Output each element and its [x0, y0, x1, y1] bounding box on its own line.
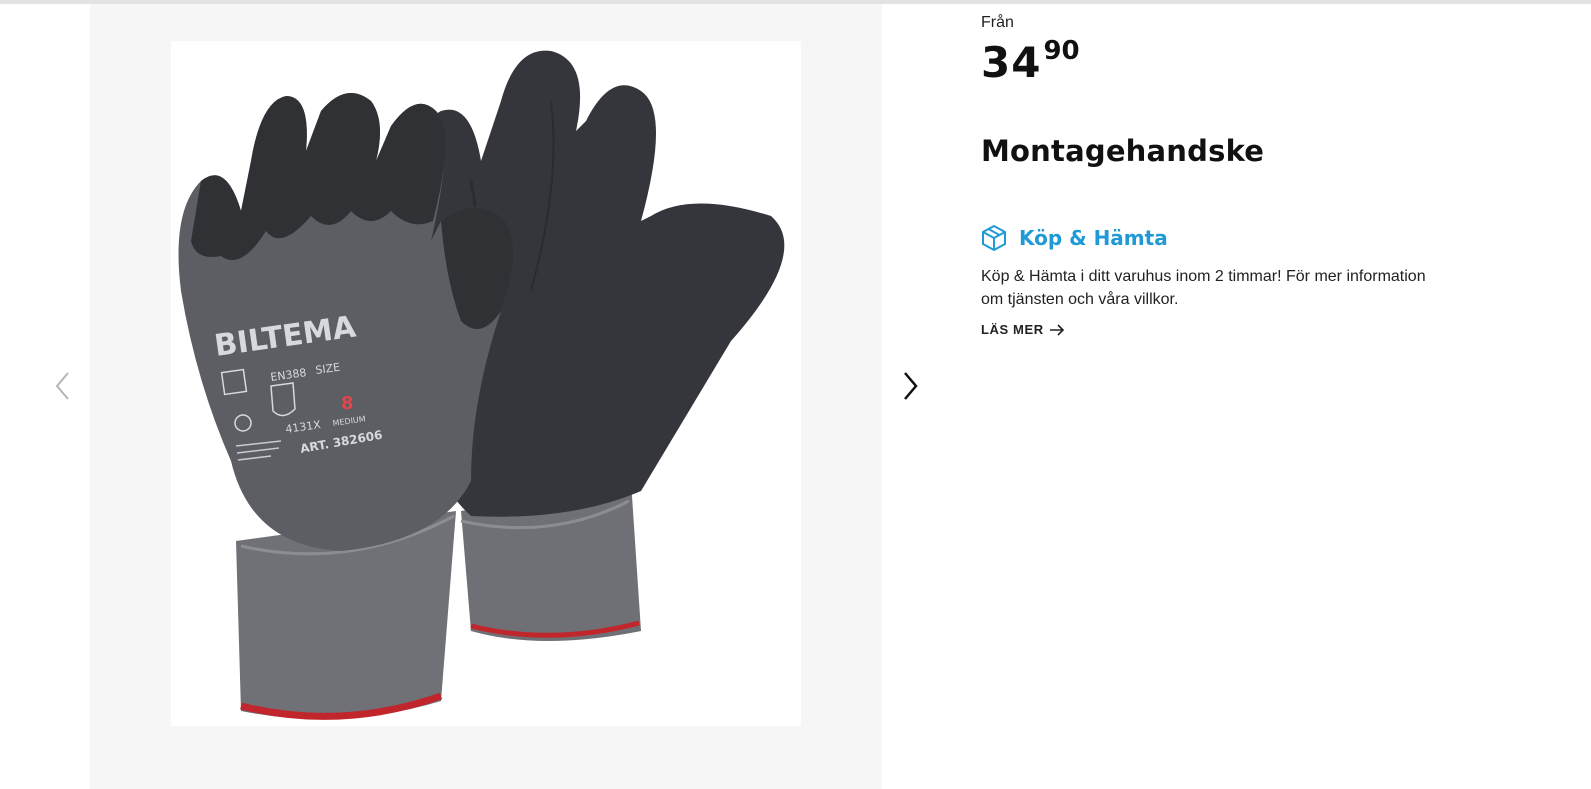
- pickup-heading: Köp & Hämta: [981, 224, 1168, 252]
- price-main: 34: [981, 38, 1042, 87]
- box-icon: [982, 225, 1006, 251]
- product-image[interactable]: BILTEMA EN388 SIZE 8 MEDIUM 4131X ART. 3…: [171, 41, 801, 726]
- product-image-gallery: BILTEMA EN388 SIZE 8 MEDIUM 4131X ART. 3…: [90, 4, 882, 789]
- price: 3490: [981, 36, 1080, 87]
- gallery-prev-button[interactable]: [47, 366, 77, 406]
- pickup-title: Köp & Hämta: [1019, 226, 1168, 250]
- pickup-description: Köp & Hämta i ditt varuhus inom 2 timmar…: [981, 268, 1426, 308]
- chevron-right-icon: [904, 372, 918, 400]
- product-title: Montagehandske: [981, 134, 1265, 168]
- gallery-next-button[interactable]: [896, 366, 926, 406]
- glove-size-number: 8: [341, 393, 354, 414]
- arrow-right-icon: [1049, 323, 1064, 336]
- read-more-link[interactable]: LÄS MER: [981, 322, 1065, 337]
- read-more-label: LÄS MER: [981, 322, 1044, 337]
- glove-pair-image: BILTEMA EN388 SIZE 8 MEDIUM 4131X ART. 3…: [178, 50, 785, 720]
- price-cents: 90: [1043, 36, 1080, 66]
- chevron-left-icon: [55, 372, 69, 400]
- price-prefix: Från: [981, 14, 1014, 31]
